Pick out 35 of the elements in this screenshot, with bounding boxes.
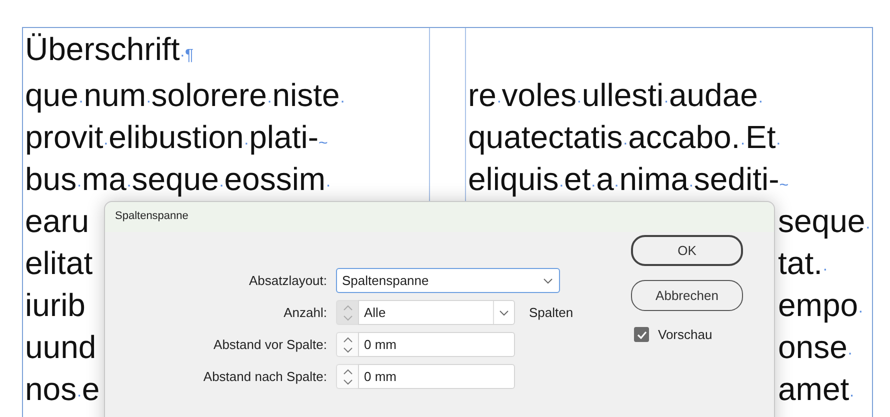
text-line: bus·ma·seque·eossim·	[25, 160, 331, 199]
checkmark-icon	[636, 330, 646, 338]
text-line: nos·e	[25, 370, 100, 409]
field-label: Anzahl:	[282, 305, 327, 320]
spinner-arrows[interactable]	[336, 332, 358, 357]
text-line: Überschrift·¶	[25, 30, 194, 69]
text-line: earu	[25, 202, 90, 241]
text-line: iurib	[25, 286, 86, 325]
caret-icon	[499, 310, 509, 316]
dropdown[interactable]: Spaltenspanne	[336, 268, 560, 293]
caret-icon	[543, 278, 553, 284]
input-field[interactable]: 0 mm	[358, 364, 515, 389]
text-line: provit·elibustion·plati-~	[25, 118, 328, 157]
dialog-button[interactable]: OK	[631, 235, 743, 266]
text-line: que·num·solorere·niste·	[25, 76, 346, 115]
text-line: quatectatis·accabo.·Et·	[468, 118, 782, 157]
field-label: Abstand nach Spalte:	[202, 369, 327, 384]
text-line: seque·	[778, 202, 871, 241]
field-label: Absatzlayout:	[248, 273, 327, 288]
text-line: amet·	[778, 370, 854, 409]
unit-label: Spalten	[529, 305, 574, 320]
text-line: empo·	[778, 286, 864, 325]
spinner-arrows[interactable]	[336, 364, 358, 389]
text-line: onse·	[778, 328, 853, 367]
text-line: elitat	[25, 244, 93, 283]
text-line: tat.·	[778, 244, 828, 283]
field-label: Abstand vor Spalte:	[212, 337, 327, 352]
text-line: re·voles·ullesti·audae·	[468, 76, 764, 115]
input-field[interactable]: 0 mm	[358, 332, 515, 357]
dialog-button[interactable]: Abbrechen	[631, 280, 743, 311]
checkbox[interactable]	[634, 327, 649, 342]
checkbox-label: Vorschau	[658, 327, 712, 342]
text-line: eliquis·et·a·nima·sediti-~	[468, 160, 789, 199]
dialog-title: Spaltenspanne	[115, 210, 188, 222]
text-line: uund	[25, 328, 96, 367]
